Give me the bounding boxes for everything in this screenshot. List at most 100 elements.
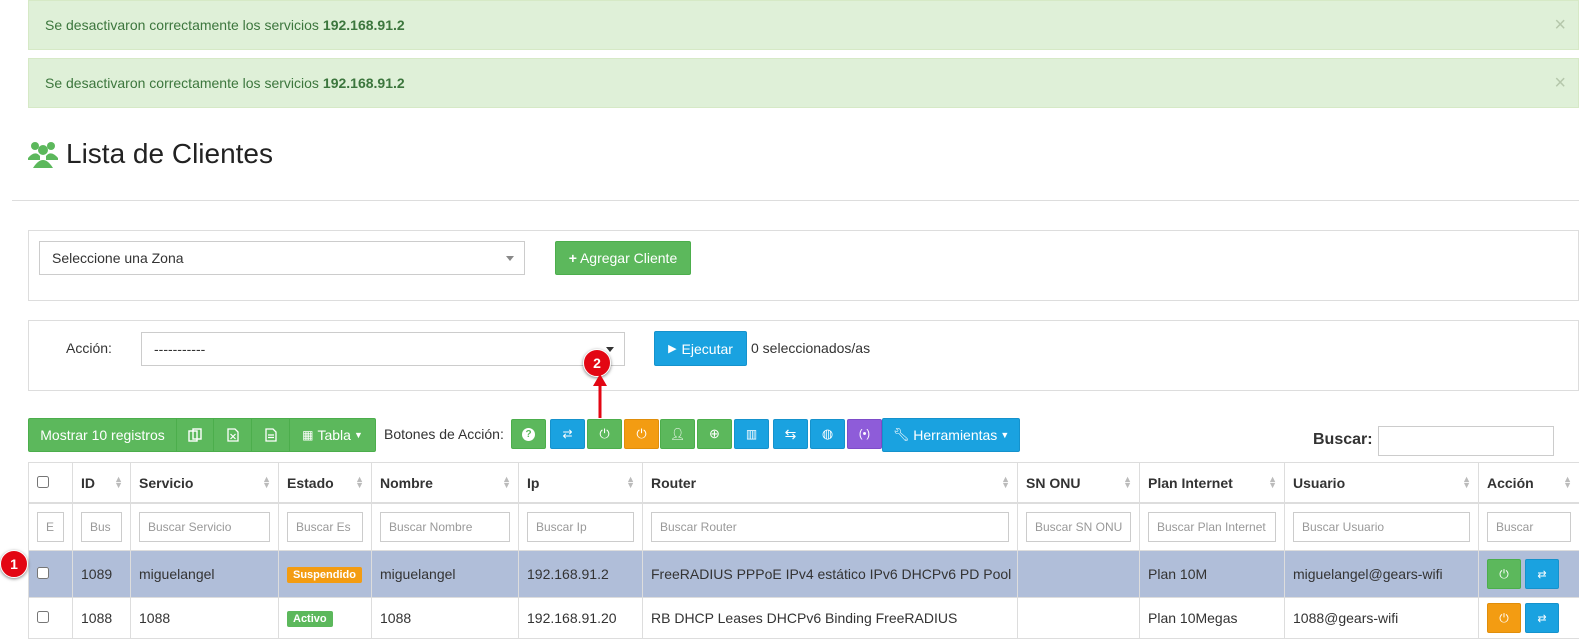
bar-chart-icon: ▥ [746, 427, 757, 441]
table-icon: ▦ [302, 428, 313, 442]
sort-icon: ▲▼ [1563, 476, 1572, 488]
user-icon: 👤︎ [670, 427, 685, 441]
transfer-button[interactable]: ⇆ [773, 419, 808, 449]
cell-router: FreeRADIUS PPPoE IPv4 estático IPv6 DHCP… [643, 551, 1018, 598]
column-header[interactable]: Servicio▲▼ [131, 463, 279, 504]
table-label: Tabla [317, 427, 350, 443]
users-icon [28, 140, 58, 168]
row-checkbox[interactable] [37, 611, 49, 623]
cell-nombre: 1088 [372, 598, 519, 639]
signal-button[interactable]: (•) [847, 419, 882, 449]
filter-input[interactable] [1026, 512, 1131, 542]
step-marker-1: 1 [0, 550, 28, 578]
filter-input[interactable] [1487, 512, 1571, 542]
sort-icon: ▲▼ [502, 476, 511, 488]
search-input[interactable] [1378, 426, 1554, 456]
user-button[interactable]: 👤︎ [660, 419, 695, 449]
column-label: Servicio [139, 475, 193, 491]
globe-button[interactable]: ◍ [810, 419, 845, 449]
cell-plan: Plan 10Megas [1140, 598, 1285, 639]
column-header[interactable]: SN ONU▲▼ [1018, 463, 1140, 504]
filter-input[interactable] [139, 512, 270, 542]
suspend-button[interactable]: ⏻ [624, 419, 659, 449]
zone-select[interactable]: Seleccione una Zona [39, 241, 525, 275]
table-row[interactable]: 1089 miguelangel Suspendido miguelangel … [29, 551, 1579, 598]
zone-select-value: Seleccione una Zona [52, 250, 184, 266]
refresh-service-button[interactable]: ⇄ [1525, 559, 1559, 589]
column-header[interactable]: Ip ▲▼ [519, 463, 643, 504]
execute-button[interactable]: ▶ Ejecutar [654, 331, 747, 366]
activate-button[interactable]: ⏻ [587, 419, 622, 449]
suspend-service-button[interactable]: ⏻ [1487, 603, 1521, 633]
cell-servicio: miguelangel [131, 551, 279, 598]
close-icon[interactable]: × [1554, 14, 1566, 37]
globe-icon: ◍ [822, 426, 833, 442]
action-select[interactable]: ----------- [141, 332, 625, 366]
cell-ip: 192.168.91.2 [519, 551, 643, 598]
power-icon: ⏻ [1499, 567, 1509, 582]
cell-usuario: 1088@gears-wifi [1285, 598, 1479, 639]
filter-input[interactable] [651, 512, 1009, 542]
cell-usuario: miguelangel@gears-wifi [1285, 551, 1479, 598]
column-header[interactable]: ID▲▼ [73, 463, 131, 504]
table-button[interactable]: ▦ Tabla ▼ [289, 418, 376, 452]
refresh-service-button[interactable]: ⇄ [1525, 603, 1559, 633]
show-records-button[interactable]: Mostrar 10 registros [28, 418, 177, 452]
column-label: Nombre [380, 475, 433, 491]
close-icon[interactable]: × [1554, 72, 1566, 95]
alert-message: Se desactivaron correctamente los servic… [45, 75, 319, 91]
search-label: Buscar: [1313, 431, 1373, 449]
play-icon: ▶ [668, 342, 676, 355]
table-row[interactable]: 1088 1088 Activo 1088 192.168.91.20 RB D… [29, 598, 1579, 639]
show-records-label: Mostrar 10 registros [40, 427, 164, 443]
sort-icon: ▲▼ [626, 476, 635, 488]
filter-input[interactable] [380, 512, 510, 542]
cell-sn-onu [1018, 551, 1140, 598]
filter-input[interactable] [37, 512, 64, 542]
column-header[interactable]: Router▲▼ [643, 463, 1018, 504]
support-button[interactable]: ⊕ [697, 419, 732, 449]
sort-icon: ▲▼ [1123, 476, 1132, 488]
column-label: Router [651, 475, 696, 491]
column-header[interactable]: Acción▲▼ [1479, 463, 1579, 504]
arrow-up-icon [593, 374, 607, 420]
power-icon: ⏻ [599, 426, 609, 442]
action-select-value: ----------- [154, 341, 205, 357]
caret-down-icon: ▼ [1000, 430, 1009, 440]
add-client-button[interactable]: + Agregar Cliente [555, 241, 691, 275]
retweet-icon: ⇄ [1537, 612, 1546, 625]
alert-ip: 192.168.91.2 [323, 17, 405, 33]
column-header[interactable]: Usuario▲▼ [1285, 463, 1479, 504]
cell-plan: Plan 10M [1140, 551, 1285, 598]
excel-button[interactable] [213, 418, 252, 452]
column-header[interactable]: Estado▲▼ [279, 463, 372, 504]
action-buttons-label: Botones de Acción: [384, 426, 504, 442]
retweet-icon: ⇄ [1537, 568, 1546, 581]
refresh-button[interactable]: ⇄ [550, 419, 585, 449]
column-label: Ip [527, 475, 539, 491]
filter-input[interactable] [1293, 512, 1470, 542]
tools-button[interactable]: 🔧︎ Herramientas ▼ [882, 418, 1020, 452]
stats-button[interactable]: ▥ [734, 419, 769, 449]
filter-input[interactable] [287, 512, 363, 542]
life-ring-icon: ⊕ [709, 426, 720, 442]
divider [12, 200, 1579, 201]
filter-input[interactable] [81, 512, 122, 542]
help-button[interactable]: ? [511, 419, 546, 449]
page-title-text: Lista de Clientes [66, 138, 273, 170]
select-all-cell [29, 463, 73, 504]
caret-down-icon: ▼ [354, 430, 363, 440]
activate-service-button[interactable]: ⏻ [1487, 559, 1521, 589]
column-header[interactable]: Nombre ▲▼ [372, 463, 519, 504]
column-header[interactable]: Plan Internet▲▼ [1140, 463, 1285, 504]
document-icon [265, 428, 277, 442]
row-checkbox[interactable] [37, 567, 49, 579]
pdf-button[interactable] [251, 418, 290, 452]
filter-input[interactable] [527, 512, 634, 542]
filter-input[interactable] [1148, 512, 1276, 542]
select-all-checkbox[interactable] [37, 476, 49, 488]
chevron-down-icon [506, 256, 514, 261]
copy-button[interactable] [176, 418, 214, 452]
sort-icon: ▲▼ [1268, 476, 1277, 488]
wrench-icon: 🔧︎ [893, 427, 910, 443]
